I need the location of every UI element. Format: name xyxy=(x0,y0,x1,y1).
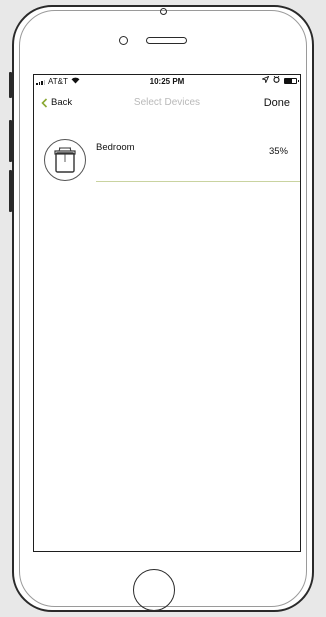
device-level: 35% xyxy=(268,146,288,157)
page-title: Select Devices xyxy=(133,97,201,108)
alarm-icon xyxy=(273,75,280,85)
status-bar: AT&T 10:25 PM xyxy=(34,75,300,89)
row-divider xyxy=(96,181,300,182)
navigation-bar: Back Select Devices Done xyxy=(34,91,300,119)
app-screen: AT&T 10:25 PM Back Select Devices Done B… xyxy=(33,74,301,552)
volume-down-button xyxy=(9,170,12,212)
front-camera xyxy=(160,8,167,15)
silent-switch xyxy=(9,72,12,98)
device-row-bedroom[interactable]: Bedroom 35% xyxy=(34,131,300,183)
window-shade-icon xyxy=(44,139,86,181)
status-right-group xyxy=(261,75,299,85)
volume-up-button xyxy=(9,120,12,162)
done-button[interactable]: Done xyxy=(264,97,290,109)
status-time: 10:25 PM xyxy=(149,77,185,86)
battery-icon xyxy=(284,77,299,84)
earpiece-speaker xyxy=(146,37,187,44)
location-icon xyxy=(261,75,270,85)
proximity-sensor xyxy=(119,36,128,45)
device-name: Bedroom xyxy=(96,142,135,153)
home-button[interactable] xyxy=(133,569,175,611)
